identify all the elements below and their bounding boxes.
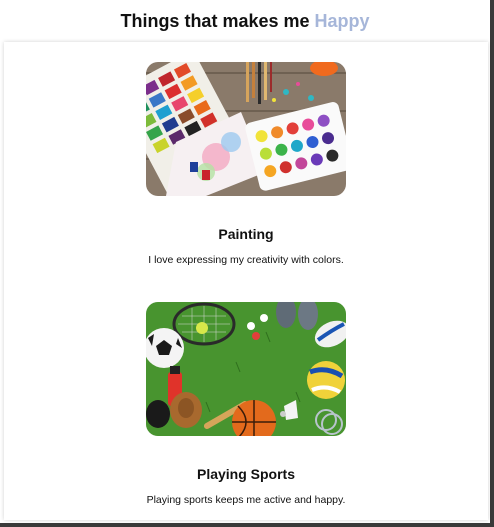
item-description: I love expressing my creativity with col… bbox=[148, 254, 344, 266]
content-panel: Painting I love expressing my creativity… bbox=[4, 42, 488, 520]
app-window: Things that makes me Happy Painting I lo… bbox=[0, 0, 494, 527]
item-description: Playing sports keeps me active and happy… bbox=[146, 494, 346, 506]
painting-image-art bbox=[146, 62, 346, 196]
item-title: Painting bbox=[218, 226, 274, 242]
page-title-main: Things that makes me bbox=[120, 11, 315, 31]
page-title: Things that makes me Happy bbox=[0, 11, 490, 32]
happy-item-sports: Playing Sports Playing sports keeps me a… bbox=[4, 302, 488, 506]
sports-image bbox=[146, 302, 346, 436]
sports-image-art bbox=[146, 302, 346, 436]
page-title-accent: Happy bbox=[314, 11, 370, 31]
item-title: Playing Sports bbox=[196, 466, 296, 482]
happy-item-painting: Painting I love expressing my creativity… bbox=[4, 62, 488, 266]
painting-image bbox=[146, 62, 346, 196]
